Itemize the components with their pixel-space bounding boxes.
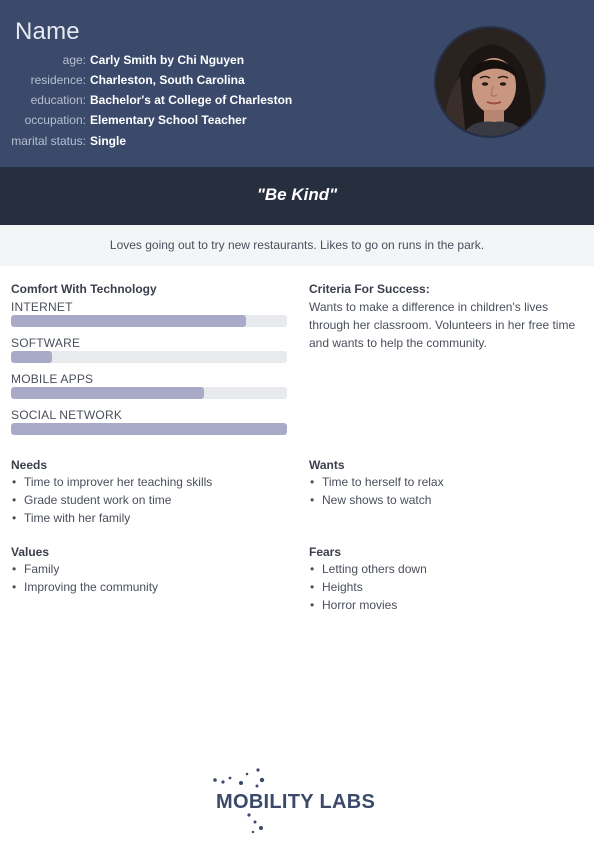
comfort-bar-software: [11, 351, 287, 363]
list-item: Time to herself to relax: [309, 473, 444, 491]
needs-title: Needs: [11, 458, 48, 472]
values-list: Family Improving the community: [11, 560, 158, 596]
info-row-residence: residence: Charleston, South Carolina: [0, 73, 300, 93]
values-title: Values: [11, 545, 50, 559]
mobility-labs-logo: MOBILITY LABS: [205, 764, 395, 838]
info-row-occupation: occupation: Elementary School Teacher: [0, 113, 300, 133]
needs-list: Time to improver her teaching skills Gra…: [11, 473, 212, 527]
comfort-bar-social-network: [11, 423, 287, 435]
portrait-image: [436, 28, 544, 136]
list-item: Time to improver her teaching skills: [11, 473, 212, 491]
info-key: residence:: [30, 73, 86, 87]
persona-quote: "Be Kind": [256, 185, 338, 204]
info-key: occupation:: [24, 113, 86, 127]
wants-title: Wants: [309, 458, 345, 472]
info-row-age: age: Carly Smith by Chi Nguyen: [0, 53, 300, 73]
bar-label-software: SOFTWARE: [11, 336, 81, 350]
fears-title: Fears: [309, 545, 342, 559]
criteria-title: Criteria For Success:: [309, 282, 430, 296]
persona-header: Name age: Carly Smith by Chi Nguyen resi…: [0, 0, 594, 167]
logo-wordmark: MOBILITY LABS: [216, 791, 376, 813]
info-key: education:: [30, 93, 86, 107]
list-item: Improving the community: [11, 578, 158, 596]
persona-name-title: Name: [15, 18, 80, 45]
bio-band: Loves going out to try new restaurants. …: [0, 225, 594, 266]
info-value: Charleston, South Carolina: [90, 73, 245, 87]
quote-band: "Be Kind": [0, 167, 594, 225]
comfort-bar-fill: [11, 315, 246, 327]
list-item: New shows to watch: [309, 491, 444, 509]
list-item: Family: [11, 560, 158, 578]
comfort-bar-fill: [11, 387, 205, 399]
list-item: Horror movies: [309, 596, 427, 614]
comfort-bar-internet: [11, 315, 287, 327]
bar-label-internet: INTERNET: [11, 300, 73, 314]
list-item: Grade student work on time: [11, 491, 212, 509]
persona-bio: Loves going out to try new restaurants. …: [109, 238, 485, 252]
info-row-education: education: Bachelor's at College of Char…: [0, 93, 300, 113]
comfort-bar-fill: [11, 423, 287, 435]
criteria-text: Wants to make a difference in children's…: [309, 300, 576, 350]
wants-list: Time to herself to relax New shows to wa…: [309, 473, 444, 509]
bar-label-social-network: SOCIAL NETWORK: [11, 408, 123, 422]
info-value: Bachelor's at College of Charleston: [90, 93, 293, 107]
info-value: Carly Smith by Chi Nguyen: [90, 53, 245, 67]
info-row-marital-status: marital status: Single: [0, 134, 300, 154]
comfort-bar-fill: [11, 351, 53, 363]
list-item: Letting others down: [309, 560, 427, 578]
list-item: Heights: [309, 578, 427, 596]
comfort-title: Comfort With Technology: [11, 282, 157, 296]
info-value: Single: [90, 134, 127, 148]
list-item: Time with her family: [11, 509, 212, 527]
bar-label-mobile-apps: MOBILE APPS: [11, 372, 94, 386]
info-key: age:: [62, 53, 86, 67]
comfort-bar-mobile-apps: [11, 387, 287, 399]
info-key: marital status:: [11, 134, 86, 148]
avatar: [434, 26, 546, 138]
fears-list: Letting others down Heights Horror movie…: [309, 560, 427, 614]
info-value: Elementary School Teacher: [90, 113, 247, 127]
